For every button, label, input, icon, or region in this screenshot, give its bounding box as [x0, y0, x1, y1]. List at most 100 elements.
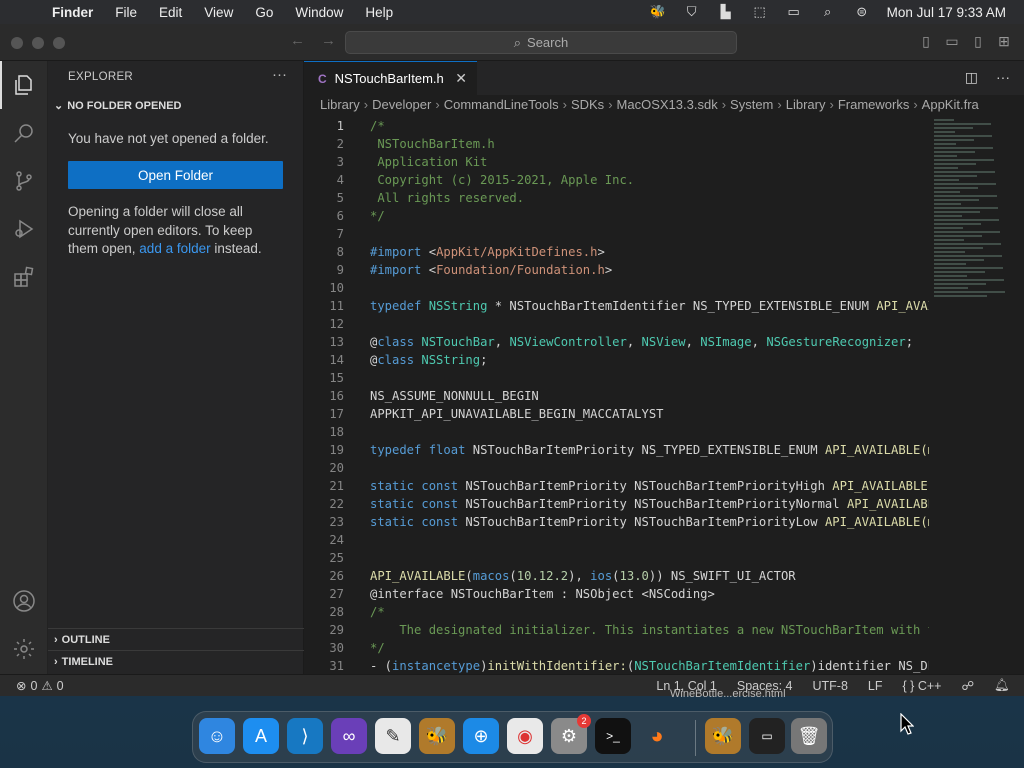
- code-line[interactable]: 12: [304, 315, 929, 333]
- code-line[interactable]: 13 @class NSTouchBar, NSViewController, N…: [304, 333, 929, 351]
- breadcrumb-item[interactable]: SDKs: [571, 97, 604, 115]
- back-arrow-icon[interactable]: ←: [290, 32, 305, 49]
- source-control-icon[interactable]: [0, 157, 48, 205]
- forward-arrow-icon[interactable]: →: [321, 32, 336, 49]
- bee-status-icon[interactable]: 🐝: [641, 4, 675, 20]
- menu-clock[interactable]: Mon Jul 17 9:33 AM: [879, 5, 1024, 20]
- customize-layout-icon[interactable]: ⊞: [996, 33, 1012, 50]
- vscode-icon[interactable]: ⟩: [287, 718, 323, 754]
- code-line[interactable]: 17 APPKIT_API_UNAVAILABLE_BEGIN_MACCATALY…: [304, 405, 929, 423]
- breadcrumb-item[interactable]: Library: [786, 97, 826, 115]
- code-line[interactable]: 1 /*: [304, 117, 929, 135]
- command-center-search[interactable]: ⌕ Search: [345, 31, 737, 54]
- code-line[interactable]: 29 The designated initializer. This inst…: [304, 621, 929, 639]
- visual-studio-icon[interactable]: ∞: [331, 718, 367, 754]
- more-editor-actions-icon[interactable]: ···: [996, 69, 1010, 86]
- breadcrumb-item[interactable]: CommandLineTools: [444, 97, 559, 115]
- toggle-secondary-sidebar-icon[interactable]: ▯: [970, 33, 986, 50]
- firefox-icon[interactable]: ◕: [639, 718, 675, 754]
- run-debug-icon[interactable]: [0, 205, 48, 253]
- code-line[interactable]: 27 @interface NSTouchBarItem : NSObject <…: [304, 585, 929, 603]
- code-line[interactable]: 16 NS_ASSUME_NONNULL_BEGIN: [304, 387, 929, 405]
- upload-status-icon[interactable]: ▙: [709, 4, 743, 20]
- control-center-icon[interactable]: ⊜: [845, 4, 879, 20]
- wine-bottle-icon[interactable]: 🐝: [705, 718, 741, 754]
- trash-icon[interactable]: 🗑: [791, 718, 827, 754]
- explorer-icon[interactable]: [0, 61, 48, 109]
- close-window-button[interactable]: [11, 37, 23, 49]
- end-of-line[interactable]: LF: [868, 679, 883, 693]
- spotlight-search-icon[interactable]: ⌕: [811, 4, 845, 20]
- code-line[interactable]: 14 @class NSString;: [304, 351, 929, 369]
- code-line[interactable]: 23 static const NSTouchBarItemPriority NS…: [304, 513, 929, 531]
- crossover-bee-icon[interactable]: 🐝: [419, 718, 455, 754]
- code-line[interactable]: 28 /*: [304, 603, 929, 621]
- code-line[interactable]: 10: [304, 279, 929, 297]
- code-line[interactable]: 8 #import <AppKit/AppKitDefines.h>: [304, 243, 929, 261]
- code-line[interactable]: 30 */: [304, 639, 929, 657]
- toggle-panel-icon[interactable]: ▭: [944, 33, 960, 50]
- tab-nstouchbaritem[interactable]: C NSTouchBarItem.h ✕: [304, 61, 477, 95]
- settings-gear-icon[interactable]: [0, 625, 48, 673]
- breadcrumb-item[interactable]: Developer: [372, 97, 431, 115]
- add-folder-link[interactable]: add a folder: [139, 241, 210, 256]
- toggle-primary-sidebar-icon[interactable]: ▯: [918, 33, 934, 50]
- menu-go[interactable]: Go: [244, 5, 284, 20]
- code-line[interactable]: 22 static const NSTouchBarItemPriority NS…: [304, 495, 929, 513]
- breadcrumb-item[interactable]: System: [730, 97, 773, 115]
- menu-help[interactable]: Help: [354, 5, 404, 20]
- textedit-icon[interactable]: ✎: [375, 718, 411, 754]
- code-line[interactable]: 6 */: [304, 207, 929, 225]
- close-tab-icon[interactable]: ✕: [455, 70, 467, 87]
- code-line[interactable]: 31 - (instancetype)initWithIdentifier:(NS…: [304, 657, 929, 674]
- code-line[interactable]: 24: [304, 531, 929, 549]
- language-mode[interactable]: { } C++: [903, 679, 942, 693]
- code-line[interactable]: 7: [304, 225, 929, 243]
- code-line[interactable]: 26 API_AVAILABLE(macos(10.12.2), ios(13.0…: [304, 567, 929, 585]
- split-editor-icon[interactable]: ◫: [965, 69, 978, 86]
- screenshot-status-icon[interactable]: ⬚: [743, 4, 777, 20]
- menu-window[interactable]: Window: [284, 5, 354, 20]
- code-line[interactable]: 2 NSTouchBarItem.h: [304, 135, 929, 153]
- code-line[interactable]: 18: [304, 423, 929, 441]
- safari-icon[interactable]: ⊕: [463, 718, 499, 754]
- menu-view[interactable]: View: [193, 5, 244, 20]
- terminal-icon[interactable]: >_: [595, 718, 631, 754]
- desktop-file-label[interactable]: WineBottle...ercise.html: [670, 688, 786, 700]
- menu-edit[interactable]: Edit: [148, 5, 193, 20]
- accounts-icon[interactable]: [0, 577, 48, 625]
- screen-mirroring-icon[interactable]: ▭: [777, 4, 811, 20]
- finder-icon[interactable]: ☺: [199, 718, 235, 754]
- breadcrumb-item[interactable]: AppKit.fra: [922, 97, 979, 115]
- menu-file[interactable]: File: [104, 5, 148, 20]
- breadcrumb-item[interactable]: Frameworks: [838, 97, 910, 115]
- breadcrumb-item[interactable]: MacOSX13.3.sdk: [617, 97, 718, 115]
- extensions-icon[interactable]: [0, 253, 48, 301]
- system-settings-icon[interactable]: ⚙ 2: [551, 714, 591, 754]
- notifications-bell-icon[interactable]: 🔔︎: [994, 678, 1010, 693]
- app-store-icon[interactable]: A: [243, 718, 279, 754]
- code-line[interactable]: 9 #import <Foundation/Foundation.h>: [304, 261, 929, 279]
- shield-status-icon[interactable]: ⛉: [675, 4, 709, 20]
- breadcrumb-item[interactable]: Library: [320, 97, 360, 115]
- minimap[interactable]: [930, 117, 1010, 317]
- code-line[interactable]: 21 static const NSTouchBarItemPriority NS…: [304, 477, 929, 495]
- open-folder-button[interactable]: Open Folder: [68, 161, 283, 189]
- code-line[interactable]: 15: [304, 369, 929, 387]
- code-line[interactable]: 11 typedef NSString * NSTouchBarItemIdent…: [304, 297, 929, 315]
- no-folder-section-header[interactable]: ⌄ NO FOLDER OPENED: [54, 99, 182, 113]
- search-view-icon[interactable]: [0, 109, 48, 157]
- menu-app-name[interactable]: Finder: [52, 5, 104, 20]
- minimized-window-icon[interactable]: ▭: [749, 718, 785, 754]
- feedback-icon[interactable]: ☍: [961, 678, 974, 693]
- zoom-window-button[interactable]: [53, 37, 65, 49]
- code-line[interactable]: 3 Application Kit: [304, 153, 929, 171]
- code-line[interactable]: 5 All rights reserved.: [304, 189, 929, 207]
- outline-section-header[interactable]: › OUTLINE: [48, 628, 304, 650]
- code-view[interactable]: 1/* 2 NSTouchBarItem.h 3 Application Kit 4 …: [304, 117, 929, 674]
- code-line[interactable]: 4 Copyright (c) 2015-2021, Apple Inc.: [304, 171, 929, 189]
- timeline-section-header[interactable]: › TIMELINE: [48, 650, 304, 672]
- minimize-window-button[interactable]: [32, 37, 44, 49]
- code-line[interactable]: 25: [304, 549, 929, 567]
- chrome-icon[interactable]: ◉: [507, 718, 543, 754]
